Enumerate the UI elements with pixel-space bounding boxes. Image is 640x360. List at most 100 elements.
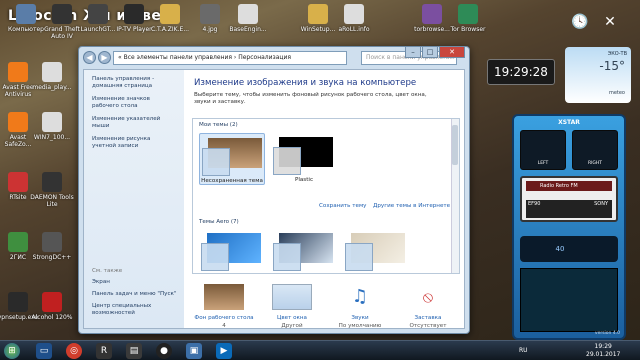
- sidebar-item-mouse-pointers[interactable]: Изменение указателей мыши: [92, 116, 176, 130]
- dc-icon: [42, 232, 62, 252]
- theme-window-preview: [273, 147, 301, 175]
- desktop-icon-label: C.T.A.ZIK.E...: [150, 26, 190, 33]
- theme-window-preview: [273, 243, 301, 271]
- close-button[interactable]: ✕: [439, 46, 465, 58]
- desktop-icon-label: StrongDC++: [32, 254, 72, 261]
- theme-window-preview: [201, 243, 229, 271]
- desktop-icon-label: WIN7_100...: [33, 134, 71, 141]
- themes-scrollbar[interactable]: [451, 119, 459, 273]
- control-panel-taskbar-icon[interactable]: ▣: [186, 343, 202, 359]
- desktop-icon[interactable]: C.T.A.ZIK.E...: [148, 4, 192, 33]
- wallpaper-icon: [204, 284, 244, 310]
- file-icon: [8, 172, 28, 192]
- weather-widget[interactable]: ЭКО-ТВ -15° meteo: [565, 47, 631, 103]
- language-indicator[interactable]: RU: [519, 347, 528, 354]
- vu-meter-right: RIGHT: [572, 130, 618, 170]
- onion-icon: [458, 4, 478, 24]
- see-also-display[interactable]: Экран: [92, 279, 110, 286]
- sidebar-item-account-picture[interactable]: Изменение рисунка учетной записи: [92, 136, 176, 150]
- item-name: Заставка: [414, 315, 442, 321]
- theme-label: Несохраненная тема: [201, 178, 263, 184]
- desktop-icon-label: BaseEngin...: [229, 26, 267, 33]
- address-bar[interactable]: « Все элементы панели управления › Персо…: [113, 51, 347, 65]
- desktop-icon[interactable]: media_play...: [30, 62, 74, 91]
- file-icon: [42, 112, 62, 132]
- explorer-taskbar-icon[interactable]: ▭: [36, 343, 52, 359]
- aero-themes-label: Темы Aero (7): [199, 219, 239, 225]
- window-color-icon: [272, 284, 312, 310]
- desktop-icon[interactable]: DAEMON Tools Lite: [30, 172, 74, 208]
- rockstar-taskbar-icon[interactable]: R: [96, 343, 112, 359]
- theme-aero-characters[interactable]: [343, 229, 409, 281]
- sidebar-item-home[interactable]: Панель управления - домашняя страница: [92, 76, 176, 90]
- image-icon: [200, 4, 220, 24]
- launcher-icon: [88, 4, 108, 24]
- close-icon[interactable]: ✕: [600, 12, 620, 32]
- clock-widget[interactable]: 19:29:28: [487, 59, 555, 85]
- page-title: Изменение изображения и звука на компьют…: [194, 78, 417, 88]
- theme-label: Plastic: [294, 177, 314, 183]
- title-bar: ◀ ▶ « Все элементы панели управления › П…: [79, 46, 469, 69]
- maximize-button[interactable]: □: [422, 46, 438, 58]
- item-name: Звуки: [351, 315, 369, 321]
- file-icon: [238, 4, 258, 24]
- tv-icon: [124, 4, 144, 24]
- volume-knob[interactable]: 40: [550, 240, 570, 258]
- vu-label: LEFT: [537, 161, 549, 166]
- scrollbar-thumb[interactable]: [452, 125, 458, 165]
- theme-unsaved[interactable]: Несохраненная тема: [199, 133, 265, 185]
- sidebar-item-desktop-icons[interactable]: Изменение значков рабочего стола: [92, 96, 176, 110]
- see-also-taskbar[interactable]: Панель задач и меню "Пуск": [92, 291, 177, 298]
- xstar-brand: XSTAR: [558, 119, 580, 126]
- gta-icon: [52, 4, 72, 24]
- tape-label: EF90: [528, 201, 541, 207]
- taskbar: ⊞ ▭ ◎ R ▤ ● ▣ ▶ RU 19:29 29.01.2017: [0, 340, 640, 360]
- clock-icon[interactable]: 🕓: [570, 12, 590, 32]
- start-button[interactable]: ⊞: [4, 343, 20, 359]
- desktop-icon[interactable]: WIN7_100...: [30, 112, 74, 141]
- item-value: 4: [222, 323, 226, 329]
- minimize-button[interactable]: –: [405, 46, 421, 58]
- vu-meter-left: LEFT: [520, 130, 566, 170]
- app-taskbar-icon[interactable]: ▤: [126, 343, 142, 359]
- cassette: Radio Retro FM EF90 SONY: [520, 176, 618, 222]
- file-icon: [344, 4, 364, 24]
- back-button[interactable]: ◀: [83, 51, 96, 64]
- media-taskbar-icon[interactable]: ▶: [216, 343, 232, 359]
- computer-icon: [16, 4, 36, 24]
- weather-source: meteo: [608, 90, 625, 96]
- radio-station: Radio Retro FM: [526, 181, 612, 191]
- item-value: По умолчанию: [338, 323, 382, 329]
- tape-brand: SONY: [594, 201, 608, 207]
- vpn-icon: [8, 292, 28, 312]
- item-name: Цвет окна: [276, 315, 307, 321]
- desktop-icon[interactable]: aRoLL.info: [332, 4, 376, 33]
- more-themes-link[interactable]: Другие темы в Интернете: [373, 203, 450, 209]
- desktop-icon[interactable]: StrongDC++: [30, 232, 74, 261]
- desktop-icon[interactable]: Tor Browser: [446, 4, 490, 33]
- chrome-taskbar-icon[interactable]: ◎: [66, 343, 82, 359]
- theme-window-preview: [202, 148, 230, 176]
- weather-temperature: -15°: [599, 59, 625, 73]
- sounds-button[interactable]: ♫ Звуки По умолчанию: [328, 284, 392, 330]
- save-theme-link[interactable]: Сохранить тему: [319, 203, 366, 209]
- window-color-button[interactable]: Цвет окна Другой: [260, 284, 324, 330]
- desktop-icon-label: DAEMON Tools Lite: [30, 194, 74, 208]
- desktop-icon[interactable]: Alcohol 120%: [30, 292, 74, 321]
- page-description: Выберите тему, чтобы изменить фоновый ри…: [194, 92, 427, 105]
- taskbar-clock[interactable]: 19:29 29.01.2017: [586, 343, 620, 359]
- see-also-accessibility[interactable]: Центр специальных возможностей: [92, 303, 172, 317]
- onion-icon: [422, 4, 442, 24]
- alcohol-icon: [42, 292, 62, 312]
- theme-aero-architecture[interactable]: [271, 229, 337, 281]
- screensaver-button[interactable]: ⦸ Заставка Отсутствует: [396, 284, 460, 330]
- theme-plastic[interactable]: Plastic: [271, 133, 337, 185]
- theme-aero-windows7[interactable]: [199, 229, 265, 281]
- xstar-radio-widget[interactable]: XSTAR LEFT RIGHT Radio Retro FM EF90 SON…: [512, 114, 626, 340]
- obs-taskbar-icon[interactable]: ●: [156, 343, 172, 359]
- theme-settings-bar: Фон рабочего стола 4 Цвет окна Другой ♫ …: [192, 284, 464, 340]
- forward-button[interactable]: ▶: [98, 51, 111, 64]
- desktop-background-button[interactable]: Фон рабочего стола 4: [192, 284, 256, 330]
- screensaver-icon: ⦸: [422, 287, 434, 306]
- desktop-icon[interactable]: BaseEngin...: [226, 4, 270, 33]
